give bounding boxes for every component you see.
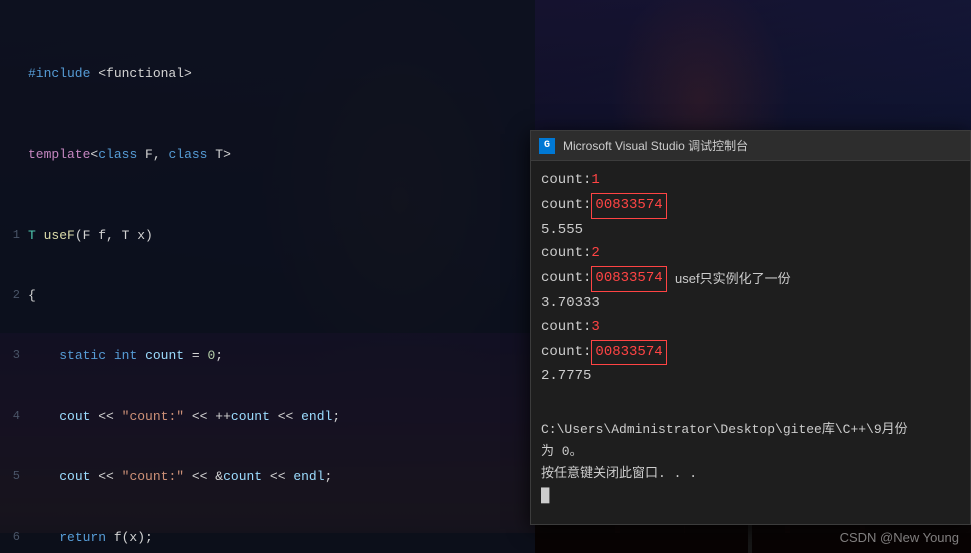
output-line-val3: 2.7775 [541, 365, 960, 389]
output-line-addr3: count:00833574 [541, 340, 960, 366]
output-cursor: █ [541, 485, 960, 509]
output-line-val1: 5.555 usef只实例化了一份 [541, 219, 960, 243]
console-title: Microsoft Visual Studio 调试控制台 [563, 137, 748, 154]
console-window: G Microsoft Visual Studio 调试控制台 count:1 … [530, 130, 971, 525]
output-line-val2: 3.70333 [541, 292, 960, 316]
output-line-count3: count:3 [541, 316, 960, 340]
code-line-2: 2 { [0, 286, 531, 306]
code-line-6: 6 return f(x); [0, 528, 531, 548]
code-content: #include <functional> template<class F, … [0, 0, 535, 553]
output-path2: 为 0。 [541, 441, 960, 463]
vs-icon: G [539, 138, 555, 154]
output-line-count1: count:1 [541, 169, 960, 193]
code-line-3: 3 static int count = 0; [0, 346, 531, 366]
watermark-text: CSDN @New Young [840, 530, 959, 545]
console-body: count:1 count:00833574 5.555 usef只实例化了一份… [531, 161, 970, 517]
code-line-template: template<class F, class T> [0, 145, 531, 165]
code-editor: #include <functional> template<class F, … [0, 0, 535, 553]
output-blank [541, 395, 960, 419]
usef-annotation: usef只实例化了一份 [675, 268, 791, 287]
output-line-addr1: count:00833574 [541, 193, 960, 219]
code-line-5: 5 cout << "count:" << &count << endl; [0, 467, 531, 487]
output-line-count2: count:2 [541, 242, 960, 266]
console-titlebar: G Microsoft Visual Studio 调试控制台 [531, 131, 970, 161]
code-line-1: 1 T useF(F f, T x) [0, 226, 531, 246]
output-path1: C:\Users\Administrator\Desktop\gitee库\C+… [541, 419, 960, 441]
output-close-msg: 按任意键关闭此窗口. . . [541, 463, 960, 485]
code-line-include: #include <functional> [0, 64, 531, 84]
code-line-4: 4 cout << "count:" << ++count << endl; [0, 407, 531, 427]
